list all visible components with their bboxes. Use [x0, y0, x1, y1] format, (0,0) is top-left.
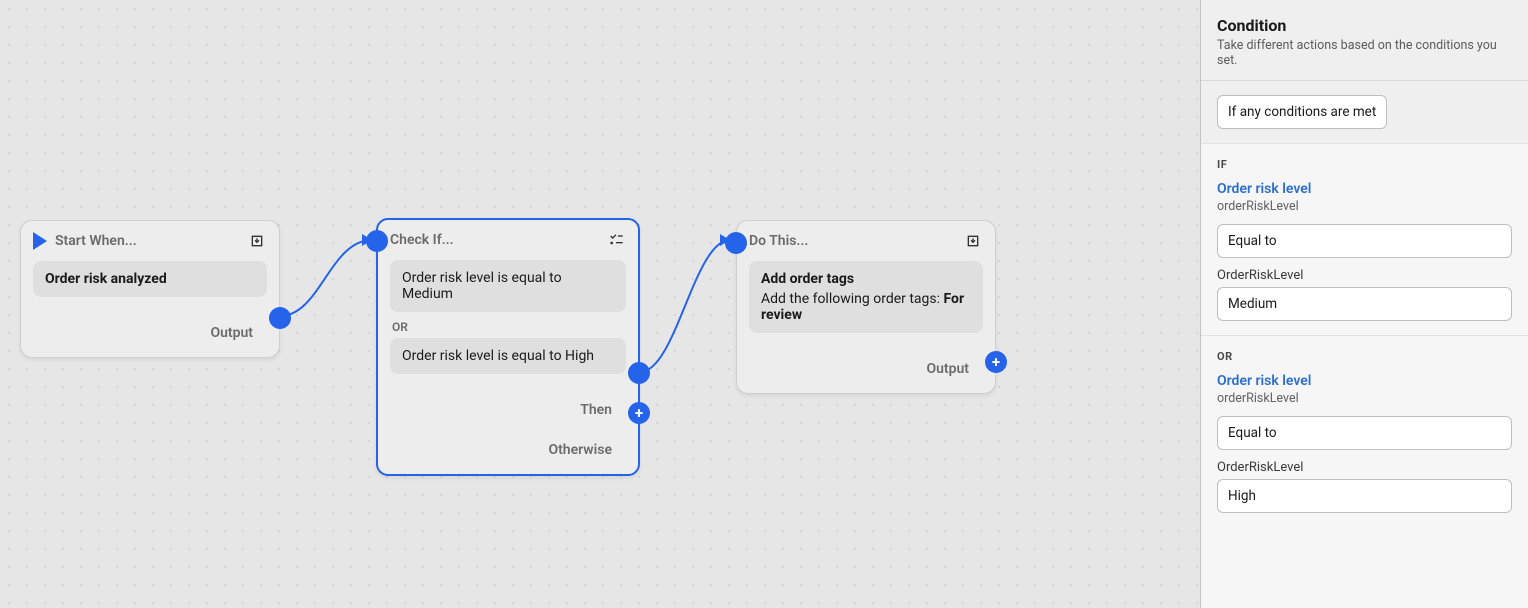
output-port[interactable]	[269, 307, 291, 329]
then-label: Then	[580, 402, 612, 418]
workflow-canvas[interactable]: Start When... Order risk analyzed Output…	[0, 0, 1200, 608]
operator-select[interactable]: Equal to	[1217, 224, 1512, 258]
action-desc: Add the following order tags: For review	[761, 291, 971, 323]
import-icon[interactable]	[963, 231, 983, 251]
panel-title: Condition	[1217, 16, 1512, 35]
criteria-key: orderRiskLevel	[1217, 391, 1512, 406]
action-pill[interactable]: Add order tags Add the following order t…	[749, 261, 983, 333]
condition-text: Order risk level is equal to High	[402, 348, 594, 364]
input-port[interactable]	[366, 230, 388, 252]
value-select[interactable]: High	[1217, 479, 1512, 513]
operator-select[interactable]: Equal to	[1217, 416, 1512, 450]
value-field-label: OrderRiskLevel	[1217, 460, 1512, 475]
value-field-label: OrderRiskLevel	[1217, 268, 1512, 283]
node-do-this[interactable]: Do This... Add order tags Add the follow…	[736, 220, 996, 394]
node-title: Start When...	[55, 233, 239, 249]
condition-pill-1[interactable]: Order risk level is equal to Medium	[390, 260, 626, 312]
side-panel: Condition Take different actions based o…	[1200, 0, 1528, 608]
panel-subtitle: Take different actions based on the cond…	[1217, 38, 1512, 68]
action-title: Add order tags	[761, 271, 971, 287]
node-title: Check If...	[390, 232, 598, 248]
value-select[interactable]: Medium	[1217, 287, 1512, 321]
output-label: Output	[926, 361, 969, 377]
or-label: OR	[390, 316, 626, 338]
mode-select[interactable]: If any conditions are met	[1217, 95, 1387, 129]
if-label: IF	[1217, 158, 1512, 171]
node-title: Do This...	[749, 233, 955, 249]
condition-2: OR Order risk level orderRiskLevel Equal…	[1201, 336, 1528, 527]
node-check-if[interactable]: Check If... Order risk level is equal to…	[376, 218, 640, 476]
node-start-when[interactable]: Start When... Order risk analyzed Output	[20, 220, 280, 358]
import-icon[interactable]	[247, 231, 267, 251]
input-port[interactable]	[725, 232, 747, 254]
otherwise-port-add[interactable]: +	[628, 402, 650, 424]
condition-pill-2[interactable]: Order risk level is equal to High	[390, 338, 626, 374]
criteria-link[interactable]: Order risk level	[1217, 181, 1512, 197]
condition-1: IF Order risk level orderRiskLevel Equal…	[1201, 144, 1528, 336]
criteria-link[interactable]: Order risk level	[1217, 373, 1512, 389]
then-port[interactable]	[628, 362, 650, 384]
play-icon	[33, 232, 47, 250]
output-label: Output	[210, 325, 253, 341]
otherwise-label: Otherwise	[548, 442, 612, 458]
condition-text: Order risk level is equal to Medium	[402, 270, 562, 302]
trigger-pill[interactable]: Order risk analyzed	[33, 261, 267, 297]
or-label: OR	[1217, 350, 1512, 363]
trigger-label: Order risk analyzed	[45, 271, 167, 287]
panel-header: Condition Take different actions based o…	[1201, 0, 1528, 81]
condition-icon	[606, 230, 626, 250]
criteria-key: orderRiskLevel	[1217, 199, 1512, 214]
output-port-add[interactable]: +	[985, 351, 1007, 373]
mode-section: If any conditions are met	[1201, 81, 1528, 144]
